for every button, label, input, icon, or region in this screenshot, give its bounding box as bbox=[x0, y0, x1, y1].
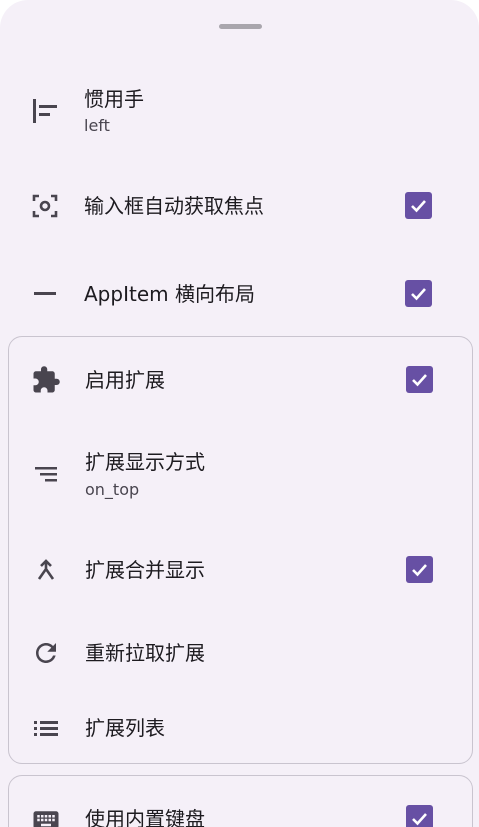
extension-puzzle-icon bbox=[31, 365, 61, 395]
align-left-icon bbox=[30, 96, 60, 126]
extension-display-mode-setting[interactable]: 扩展显示方式 on_top bbox=[9, 443, 472, 507]
handedness-title: 惯用手 bbox=[84, 87, 144, 111]
extension-display-mode-value: on_top bbox=[85, 480, 140, 499]
horizontal-rule-icon bbox=[30, 279, 60, 309]
handedness-value: left bbox=[84, 116, 110, 135]
autofocus-title: 输入框自动获取焦点 bbox=[84, 194, 264, 218]
drag-handle[interactable] bbox=[219, 24, 262, 29]
extension-list-action[interactable]: 扩展列表 bbox=[9, 703, 472, 753]
list-icon bbox=[31, 713, 61, 743]
extension-merge-display-checkbox[interactable] bbox=[406, 556, 433, 583]
keyboard-settings-group: 使用内置键盘 bbox=[8, 775, 473, 827]
enable-extension-title: 启用扩展 bbox=[85, 368, 165, 392]
sort-lines-icon bbox=[31, 459, 61, 489]
builtin-keyboard-checkbox[interactable] bbox=[406, 805, 433, 827]
refresh-icon bbox=[31, 638, 61, 668]
appitem-layout-title: AppItem 横向布局 bbox=[84, 282, 255, 306]
keyboard-icon bbox=[31, 805, 61, 827]
autofocus-setting[interactable]: 输入框自动获取焦点 bbox=[0, 178, 479, 234]
merge-icon bbox=[31, 555, 61, 585]
appitem-layout-checkbox[interactable] bbox=[405, 280, 432, 307]
center-focus-icon bbox=[30, 191, 60, 221]
enable-extension-checkbox[interactable] bbox=[406, 366, 433, 393]
refetch-extension-title: 重新拉取扩展 bbox=[85, 641, 205, 665]
builtin-keyboard-title: 使用内置键盘 bbox=[85, 807, 205, 827]
extension-display-mode-title: 扩展显示方式 bbox=[85, 450, 205, 474]
extension-merge-display-title: 扩展合并显示 bbox=[85, 558, 205, 582]
appitem-layout-setting[interactable]: AppItem 横向布局 bbox=[0, 266, 479, 322]
enable-extension-setting[interactable]: 启用扩展 bbox=[9, 351, 472, 409]
refetch-extension-action[interactable]: 重新拉取扩展 bbox=[9, 627, 472, 679]
autofocus-checkbox[interactable] bbox=[405, 192, 432, 219]
extension-list-title: 扩展列表 bbox=[85, 716, 165, 740]
builtin-keyboard-setting[interactable]: 使用内置键盘 bbox=[9, 794, 472, 827]
handedness-setting[interactable]: 惯用手 left bbox=[0, 80, 479, 144]
extension-settings-group: 启用扩展 扩展显示方式 on_top 扩展合并显示 重新拉取扩展 扩展列表 bbox=[8, 336, 473, 764]
extension-merge-display-setting[interactable]: 扩展合并显示 bbox=[9, 541, 472, 597]
settings-bottom-sheet: 惯用手 left 输入框自动获取焦点 AppItem 横向布局 启用扩展 扩展显… bbox=[0, 0, 479, 827]
